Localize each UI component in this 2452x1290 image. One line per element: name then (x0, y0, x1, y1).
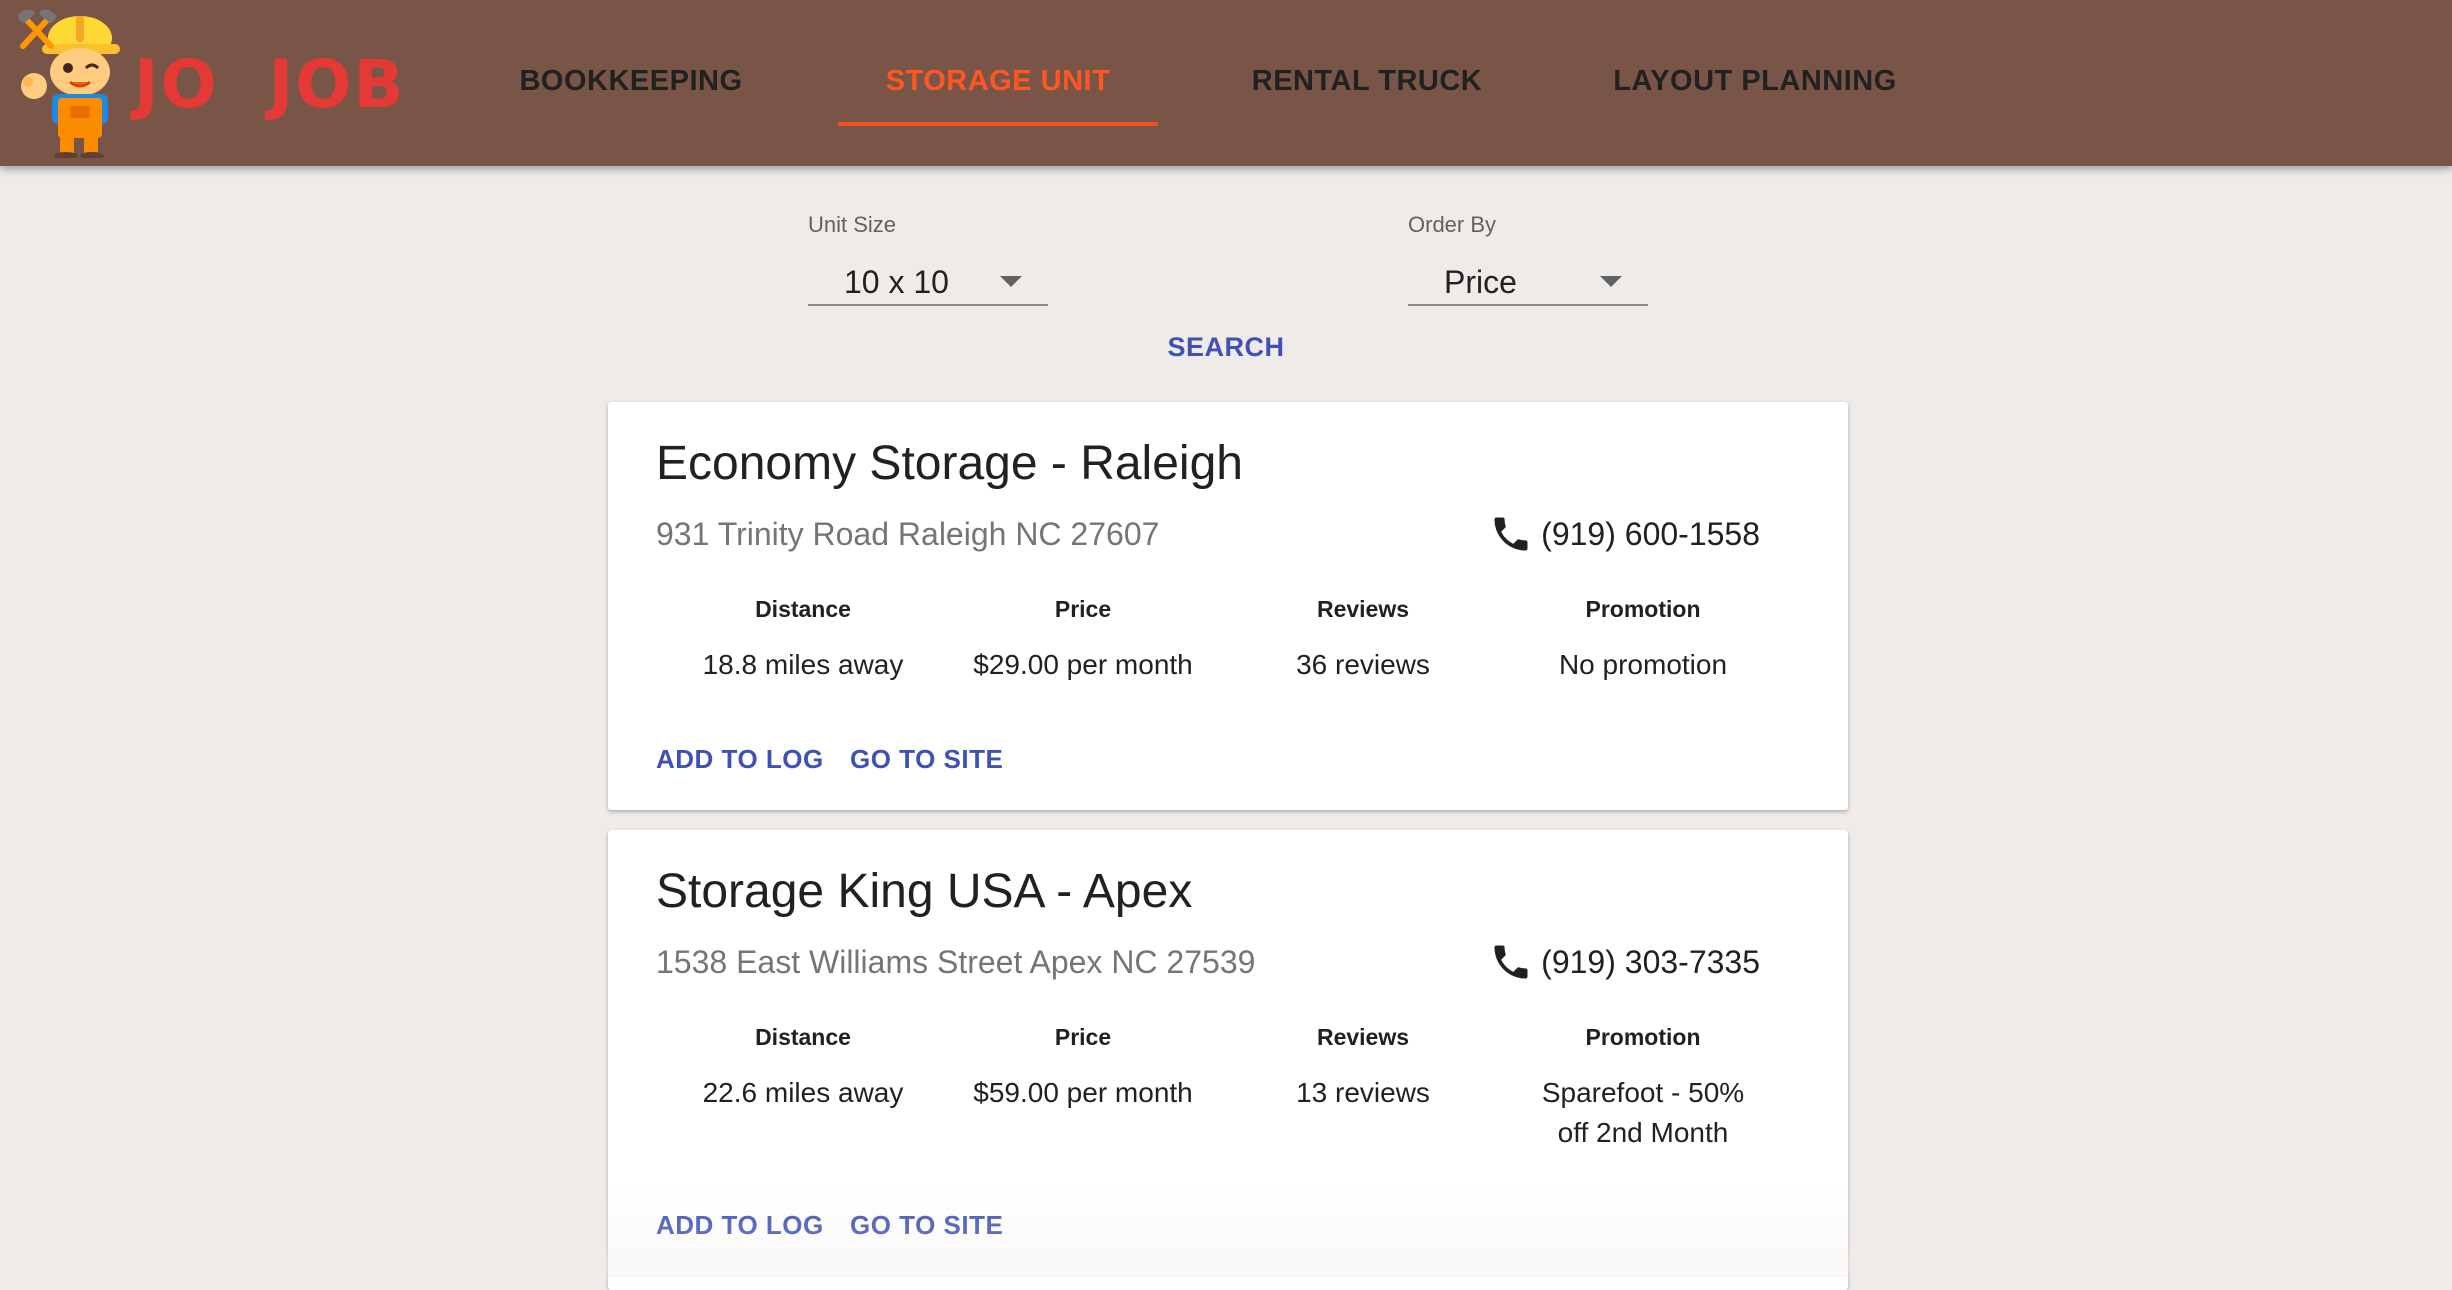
promotion-value: No promotion (1558, 649, 1728, 680)
phone-number[interactable]: (919) 303-7335 (1489, 940, 1760, 984)
phone-icon (1494, 945, 1528, 979)
app-bar: JO JOB BOOKKEEPING STORAGE UNIT RENTAL TR… (0, 0, 2452, 166)
add-to-log-button[interactable]: ADD TO LOG (656, 744, 824, 775)
add-to-log-button[interactable]: ADD TO LOG (656, 1210, 824, 1241)
caret-down-icon (1000, 276, 1022, 287)
result-card: Economy Storage - Raleigh 931 Trinity Ro… (608, 402, 1848, 810)
crossed-hammers-icon (18, 10, 56, 49)
price-value: $59.00 per month (973, 1077, 1193, 1108)
tab-storage-unit[interactable]: STORAGE UNIT (838, 0, 1158, 162)
order-by-label: Order By (1408, 212, 1497, 237)
promotion-value: Sparefoot - 50% off 2nd Month (1541, 1077, 1745, 1148)
promotion-stat: Promotion No promotion (1503, 596, 1783, 685)
order-by-dropdown[interactable]: Price (1408, 250, 1648, 306)
facility-address: 1538 East Williams Street Apex NC 27539 (656, 944, 1256, 980)
go-to-site-button[interactable]: GO TO SITE (850, 1210, 1003, 1241)
logo[interactable]: JO JOB (18, 10, 404, 158)
price-value: $29.00 per month (973, 649, 1193, 680)
reviews-label: Reviews (1316, 596, 1410, 622)
tab-label: STORAGE UNIT (885, 64, 1111, 97)
reviews-value: 13 reviews (1296, 1077, 1430, 1108)
distance-stat: Distance 22.6 miles away (663, 1024, 943, 1113)
reviews-stat: Reviews 13 reviews (1223, 1024, 1503, 1113)
reviews-label: Reviews (1316, 1024, 1410, 1050)
promotion-stat: Promotion Sparefoot - 50% off 2nd Month (1503, 1024, 1783, 1153)
distance-stat: Distance 18.8 miles away (663, 596, 943, 685)
order-by-value: Price (1444, 264, 1517, 300)
price-stat: Price $59.00 per month (943, 1024, 1223, 1113)
promotion-label: Promotion (1585, 1024, 1701, 1050)
reviews-value: 36 reviews (1296, 649, 1430, 680)
logo-wordmark: JO JOB (134, 52, 406, 118)
facility-address: 931 Trinity Road Raleigh NC 27607 (656, 516, 1160, 552)
tab-label: LAYOUT PLANNING (1613, 64, 1897, 97)
logo-text-left: JO (134, 46, 219, 123)
result-card: Storage King USA - Apex 1538 East Willia… (608, 830, 1848, 1290)
price-stat: Price $29.00 per month (943, 596, 1223, 685)
unit-size-label: Unit Size (808, 212, 897, 237)
facility-name: Storage King USA - Apex (656, 865, 1193, 918)
phone-text: (919) 303-7335 (1541, 943, 1760, 980)
distance-value: 18.8 miles away (702, 649, 904, 680)
tab-bookkeeping[interactable]: BOOKKEEPING (488, 0, 774, 162)
go-to-site-button[interactable]: GO TO SITE (850, 744, 1003, 775)
price-label: Price (1054, 1024, 1112, 1050)
logo-text-right: JOB (268, 46, 406, 123)
unit-size-value: 10 x 10 (844, 264, 949, 300)
tab-layout-planning[interactable]: LAYOUT PLANNING (1598, 0, 1912, 162)
phone-icon (1494, 517, 1528, 551)
tab-label: BOOKKEEPING (519, 64, 743, 97)
tab-label: RENTAL TRUCK (1251, 64, 1483, 97)
distance-label: Distance (755, 1024, 851, 1050)
facility-name: Economy Storage - Raleigh (656, 437, 1243, 490)
search-button[interactable]: SEARCH (1156, 322, 1296, 372)
unit-size-dropdown[interactable]: 10 x 10 (808, 250, 1048, 306)
phone-text: (919) 600-1558 (1541, 515, 1760, 552)
phone-number[interactable]: (919) 600-1558 (1489, 512, 1760, 556)
caret-down-icon (1600, 276, 1622, 287)
promotion-label: Promotion (1585, 596, 1701, 622)
distance-label: Distance (755, 596, 851, 622)
active-tab-indicator (838, 122, 1158, 126)
distance-value: 22.6 miles away (702, 1077, 904, 1108)
price-label: Price (1054, 596, 1112, 622)
reviews-stat: Reviews 36 reviews (1223, 596, 1503, 685)
tab-rental-truck[interactable]: RENTAL TRUCK (1222, 0, 1512, 162)
